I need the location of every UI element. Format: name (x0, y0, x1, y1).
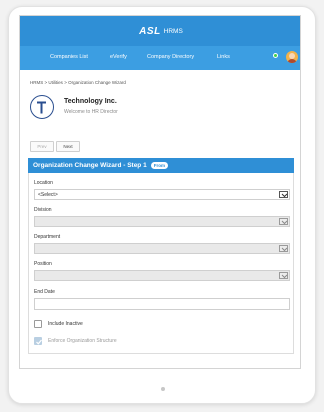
chevron-down-icon[interactable] (279, 245, 288, 252)
prev-button[interactable]: Prev (30, 141, 54, 152)
nav-everify[interactable]: eVerify (110, 54, 127, 60)
main-navigation: Companies List eVerify Company Directory… (20, 46, 300, 70)
company-logo-glyph (37, 101, 46, 114)
breadcrumb: HRMS > Utilities > Organization Change W… (30, 80, 126, 85)
breadcrumb-current: Organization Change Wizard (68, 80, 126, 85)
breadcrumb-hrms[interactable]: HRMS (30, 80, 43, 85)
brand-logo[interactable]: ASL (139, 26, 161, 37)
breadcrumb-separator: > (64, 80, 67, 85)
breadcrumb-utilities[interactable]: Utilities (48, 80, 63, 85)
position-label: Position (34, 261, 52, 267)
location-select-value: <Select> (38, 192, 58, 198)
company-name: Technology Inc. (64, 98, 117, 105)
chevron-down-icon[interactable] (279, 191, 288, 198)
division-label: Division (34, 207, 52, 213)
top-header: ASL HRMS (20, 16, 300, 46)
avatar-body (287, 59, 297, 63)
enforce-structure-label: Enforce Organization Structure (48, 338, 117, 344)
wizard-form: Location <Select> Division Department Po… (28, 173, 294, 354)
include-inactive-row[interactable]: Include Inactive (34, 320, 83, 328)
enforce-structure-row[interactable]: Enforce Organization Structure (34, 337, 117, 345)
chevron-down-glyph (281, 247, 288, 252)
chevron-down-icon[interactable] (279, 218, 288, 225)
chevron-down-glyph (281, 220, 288, 225)
welcome-text: Welcome to HR Director (64, 109, 118, 115)
enforce-structure-checkbox[interactable] (34, 337, 42, 345)
chevron-down-glyph (281, 274, 288, 279)
end-date-input[interactable] (34, 298, 290, 310)
brand-name: HRMS (163, 27, 183, 35)
location-label: Location (34, 180, 53, 186)
home-button-indicator (161, 387, 165, 391)
user-avatar[interactable] (286, 51, 298, 63)
nav-links[interactable]: Links (217, 54, 230, 60)
chevron-down-glyph (281, 193, 288, 198)
online-status-dot (273, 53, 278, 58)
wizard-header: Organization Change Wizard - Step 1 From (28, 158, 294, 173)
division-select[interactable] (34, 216, 290, 227)
department-select[interactable] (34, 243, 290, 254)
breadcrumb-separator: > (44, 80, 48, 85)
position-select[interactable] (34, 270, 290, 281)
step-badge: From (150, 162, 168, 169)
check-icon (36, 339, 42, 345)
end-date-label: End Date (34, 289, 55, 295)
include-inactive-checkbox[interactable] (34, 320, 42, 328)
nav-company-directory[interactable]: Company Directory (147, 54, 194, 60)
include-inactive-label: Include Inactive (48, 321, 83, 327)
app-screen: ASL HRMS Companies List eVerify Company … (19, 15, 301, 369)
nav-companies-list[interactable]: Companies List (50, 54, 88, 60)
department-label: Department (34, 234, 61, 240)
brand: ASL HRMS (139, 26, 183, 37)
next-button[interactable]: Next (56, 141, 80, 152)
wizard-title: Organization Change Wizard - Step 1 (33, 162, 147, 169)
company-logo-icon (30, 95, 54, 119)
location-select[interactable]: <Select> (34, 189, 290, 200)
chevron-down-icon[interactable] (279, 272, 288, 279)
